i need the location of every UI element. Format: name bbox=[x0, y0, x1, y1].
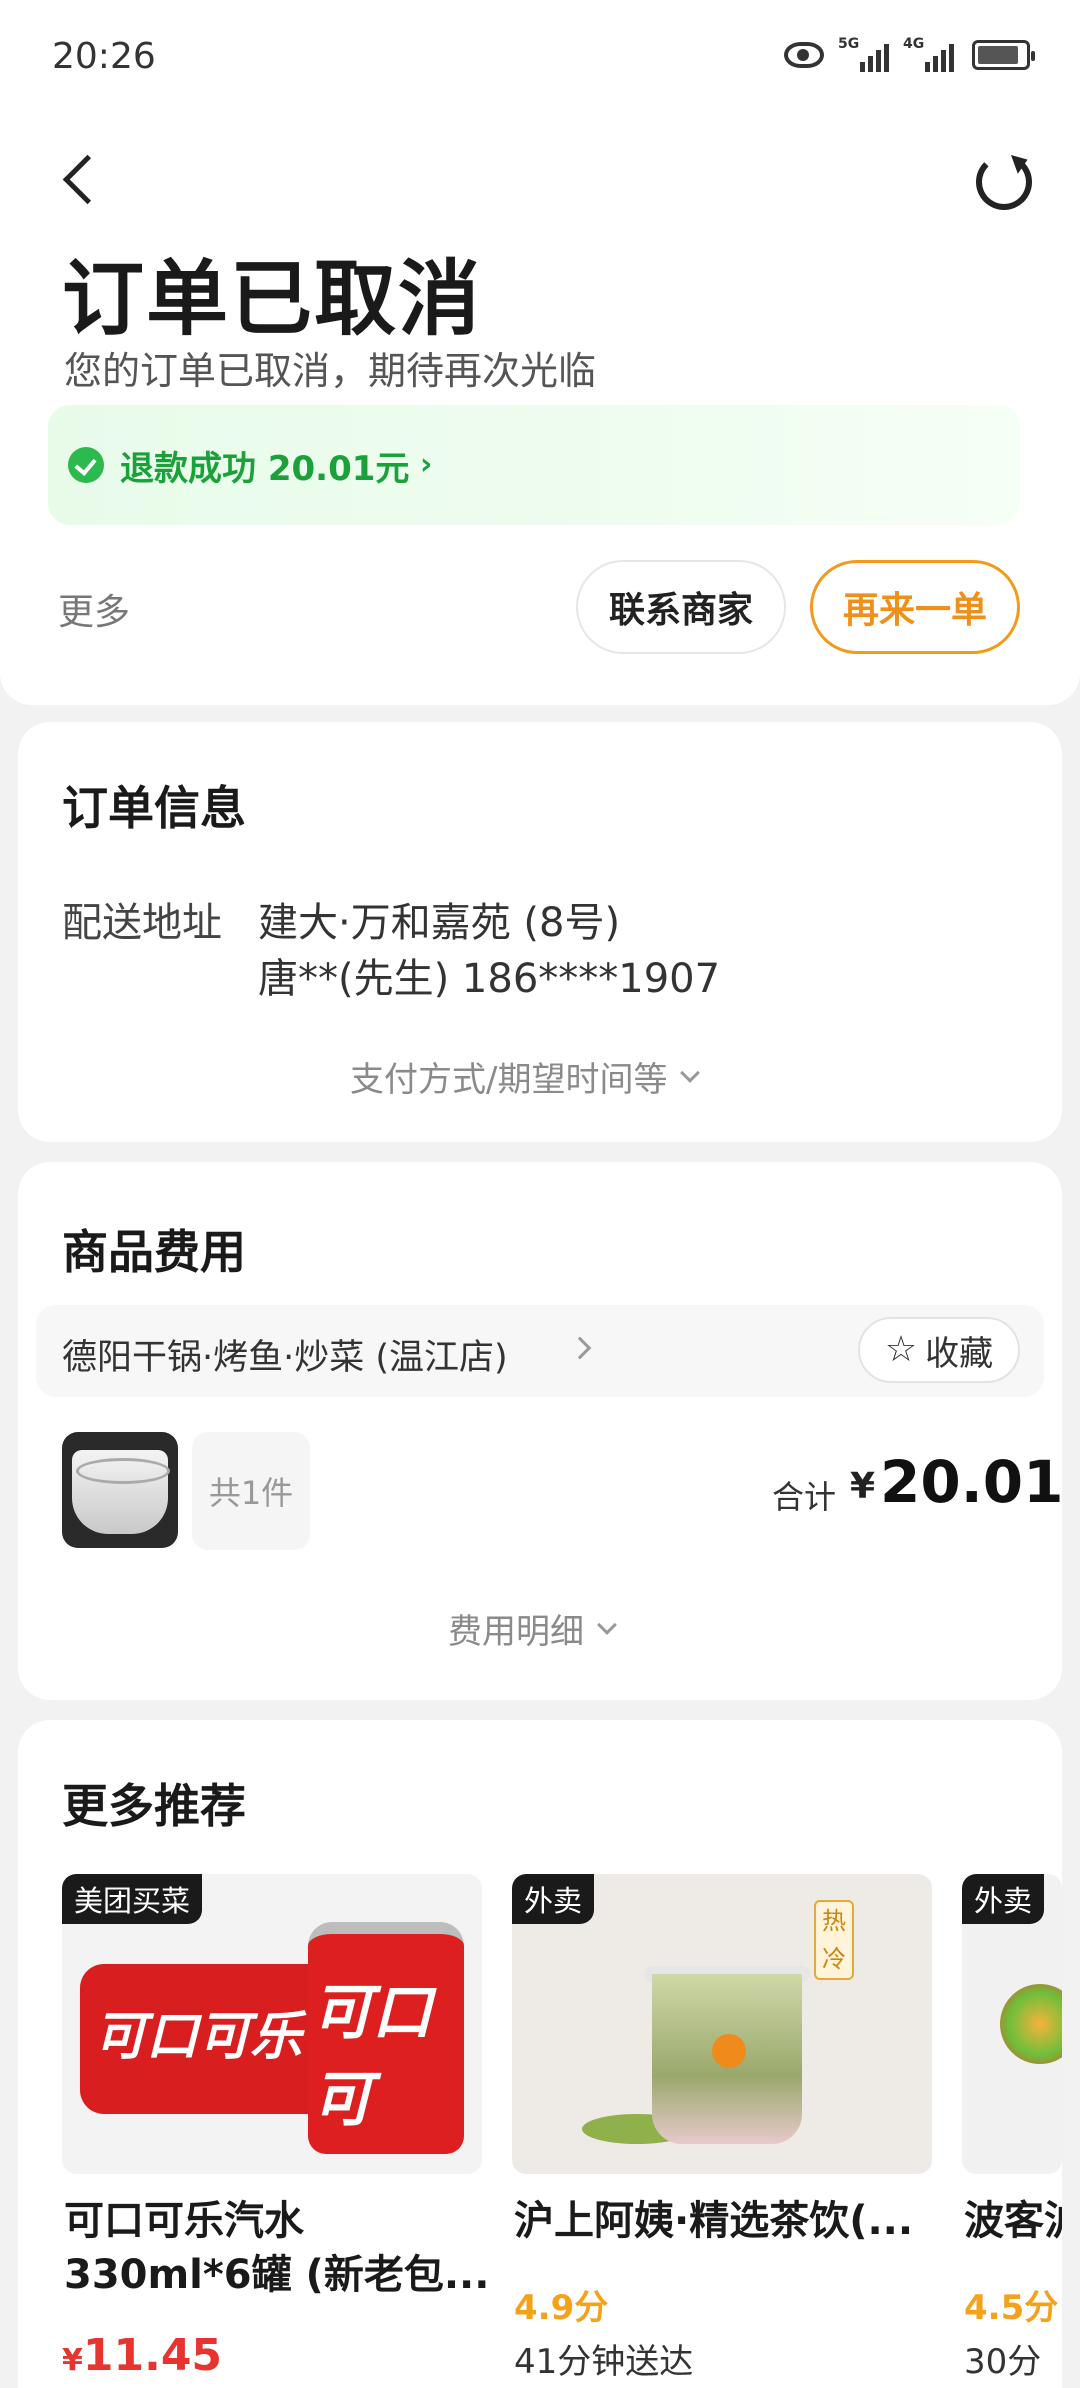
product-thumbnail[interactable] bbox=[62, 1432, 178, 1548]
product-name-line2: 330ml*6罐 (新老包... bbox=[64, 2252, 490, 2298]
hot-cold-badge: 热 冷 bbox=[814, 1900, 854, 1980]
item-count[interactable]: 共1件 bbox=[192, 1432, 310, 1550]
store-rating: 4.5分 bbox=[964, 2288, 1059, 2328]
more-button[interactable]: 更多 bbox=[58, 583, 130, 635]
hot-badge: 热 bbox=[822, 1907, 846, 1935]
recommend-item[interactable]: 外卖 波客沪 4.5分 30分钟 bbox=[962, 1874, 1062, 2388]
brand-logo-icon bbox=[712, 2034, 746, 2068]
star-icon: ☆ bbox=[884, 1329, 918, 1370]
fee-details-expander[interactable]: 费用明细 bbox=[448, 1604, 617, 1653]
back-button[interactable] bbox=[56, 150, 106, 210]
status-time: 20:26 bbox=[52, 36, 156, 77]
product-price: ¥11.45 bbox=[62, 2330, 222, 2381]
battery-icon bbox=[972, 40, 1035, 70]
address-line: 建大·万和嘉苑 (8号) bbox=[258, 900, 621, 946]
status-icons: 5G 4G bbox=[784, 36, 1035, 72]
currency-symbol: ¥ bbox=[850, 1466, 876, 1507]
source-tag: 美团买菜 bbox=[62, 1874, 203, 1924]
product-image: 热 冷 外卖 bbox=[512, 1874, 932, 2174]
refund-status-bar[interactable]: 退款成功 20.01元 › bbox=[48, 405, 1020, 525]
order-info-title: 订单信息 bbox=[62, 781, 246, 835]
payment-details-expander[interactable]: 支付方式/期望时间等 bbox=[350, 1052, 701, 1101]
chevron-down-icon bbox=[680, 1062, 701, 1083]
chevron-right-icon bbox=[568, 1336, 592, 1360]
signal-4g-icon: 4G bbox=[903, 36, 954, 72]
coke-can-image: 可口可 bbox=[308, 1922, 464, 2154]
total-amount: 20.01 bbox=[880, 1448, 1064, 1516]
product-image: 外卖 bbox=[962, 1874, 1062, 2174]
refund-text: 退款成功 20.01元 bbox=[120, 449, 410, 489]
contact-line: 唐**(先生) 186****1907 bbox=[258, 956, 721, 1002]
page-subtitle: 您的订单已取消，期待再次光临 bbox=[64, 349, 597, 393]
shop-bar[interactable]: 德阳干锅·烤鱼·炒菜 (温江店) ☆ 收藏 bbox=[36, 1305, 1044, 1397]
cold-badge: 冷 bbox=[822, 1945, 846, 1973]
product-image: 可口可乐 可口可 美团买菜 bbox=[62, 1874, 482, 2174]
shop-name: 德阳干锅·烤鱼·炒菜 (温江店) bbox=[62, 1338, 508, 1378]
favorite-label: 收藏 bbox=[925, 1333, 994, 1374]
check-circle-icon bbox=[68, 447, 104, 483]
goods-fee-title: 商品费用 bbox=[62, 1225, 246, 1279]
payment-details-label: 支付方式/期望时间等 bbox=[350, 1060, 668, 1100]
status-bar: 20:26 5G 4G bbox=[0, 0, 1080, 110]
address-label: 配送地址 bbox=[62, 900, 222, 946]
store-name: 波客沪 bbox=[964, 2198, 1062, 2244]
signal-5g-icon: 5G bbox=[838, 36, 889, 72]
page-title: 订单已取消 bbox=[62, 252, 483, 347]
recommend-title: 更多推荐 bbox=[62, 1779, 246, 1833]
product-name: 可口可乐汽水 bbox=[64, 2198, 304, 2244]
chevron-down-icon bbox=[597, 1614, 617, 1635]
eye-icon bbox=[784, 42, 824, 68]
source-tag: 外卖 bbox=[962, 1874, 1045, 1924]
fee-details-label: 费用明细 bbox=[448, 1612, 584, 1652]
price-symbol: ¥ bbox=[62, 2343, 83, 2378]
signal-5g-label: 5G bbox=[838, 36, 860, 52]
store-name: 沪上阿姨·精选茶饮(... bbox=[514, 2198, 914, 2244]
signal-4g-label: 4G bbox=[903, 36, 925, 52]
delivery-time: 41分钟送达 bbox=[514, 2342, 694, 2382]
delivery-time: 30分钟 bbox=[964, 2342, 1042, 2382]
favorite-button[interactable]: ☆ 收藏 bbox=[858, 1317, 1020, 1383]
reorder-button[interactable]: 再来一单 bbox=[810, 560, 1020, 654]
price-value: 11.45 bbox=[82, 2330, 223, 2381]
chevron-right-icon: › bbox=[420, 447, 433, 482]
contact-merchant-button[interactable]: 联系商家 bbox=[576, 560, 786, 654]
source-tag: 外卖 bbox=[512, 1874, 595, 1924]
refresh-icon[interactable] bbox=[976, 154, 1032, 210]
store-rating: 4.9分 bbox=[514, 2288, 609, 2328]
total-label: 合计 bbox=[772, 1478, 837, 1516]
